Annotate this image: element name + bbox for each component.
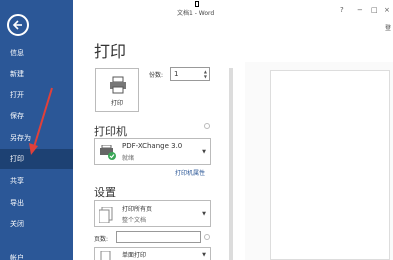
maximize-button[interactable]: □ [371,6,378,14]
copies-input[interactable]: 1 ▲ ▼ [170,67,210,81]
chevron-down-icon: ▼ [202,149,206,155]
printer-ready-icon [100,145,116,160]
copies-label: 份数: [149,72,164,79]
print-button[interactable]: 打印 [95,68,139,112]
sides-select[interactable]: 单面打印 ▼ [94,247,211,260]
preview-page [270,70,390,260]
sides-main: 单面打印 [122,252,147,259]
window-title: 文档1 - Word [177,10,215,17]
nav-account[interactable]: 帐户 [0,248,73,260]
nav-close[interactable]: 关闭 [0,214,73,234]
settings-scrollbar[interactable] [229,68,233,260]
info-icon[interactable] [204,234,210,240]
settings-heading: 设置 [94,186,116,199]
info-icon[interactable] [204,123,210,129]
print-preview-area [245,62,393,260]
printer-select[interactable]: PDF-XChange 3.0 就绪 ▼ [94,138,211,165]
document-pages-icon [99,207,113,223]
pages-input[interactable] [116,231,201,243]
printer-name: PDF-XChange 3.0 [122,142,183,150]
nav-export[interactable]: 导出 [0,193,73,213]
print-button-label: 打印 [110,100,123,107]
chevron-down-icon: ▼ [202,211,206,217]
printer-properties-link[interactable]: 打印机属性 [175,168,205,177]
printer-heading: 打印机 [94,125,127,138]
print-range-select[interactable]: 打印所有页 整个文档 ▼ [94,200,211,227]
pages-label: 页数: [94,236,109,243]
copies-stepper[interactable]: ▲ ▼ [204,69,207,79]
printer-icon [110,76,126,94]
sign-in-link[interactable]: 登 [385,23,391,32]
print-range-main: 打印所有页 [122,206,153,213]
help-button[interactable]: ? [340,6,344,14]
chevron-down-icon: ▼ [202,252,206,258]
print-range-sub: 整个文档 [122,217,147,224]
single-page-icon [100,251,111,260]
printer-status: 就绪 [122,155,135,162]
copies-value: 1 [174,70,179,78]
close-button[interactable]: × [384,6,390,14]
annotation-arrow-icon [29,87,53,155]
minimize-button[interactable]: − [357,6,363,14]
nav-share[interactable]: 共享 [0,171,73,191]
text-cursor [195,1,199,7]
page-title: 打印 [94,42,127,61]
